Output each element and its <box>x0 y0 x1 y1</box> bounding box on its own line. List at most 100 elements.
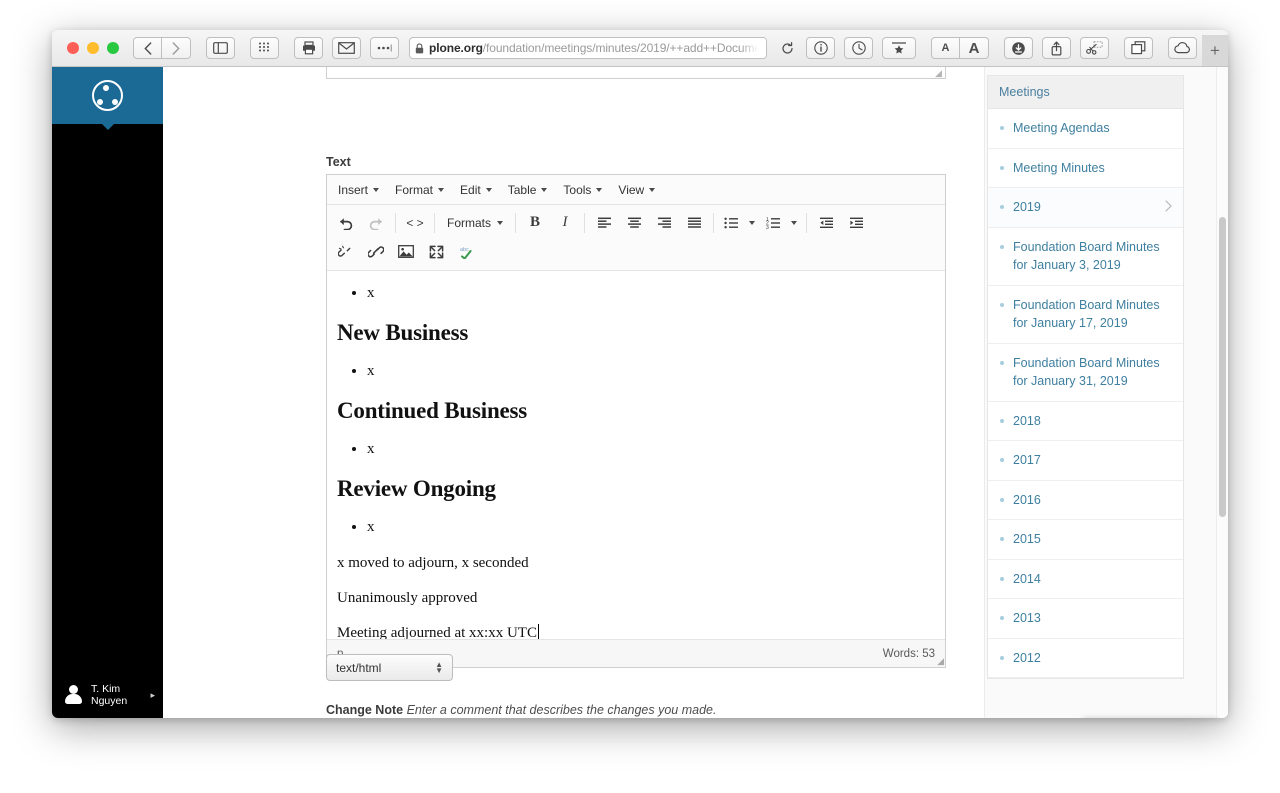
sidebar-icon[interactable] <box>206 37 235 59</box>
snippet-icon[interactable] <box>1080 37 1109 59</box>
mail-icon[interactable] <box>332 37 361 59</box>
portlet-link-label: 2013 <box>1013 611 1041 625</box>
lock-icon <box>415 42 424 54</box>
align-justify-icon[interactable] <box>679 210 709 236</box>
editor-content-area[interactable]: x New Business x Continued Business x Re… <box>327 271 945 639</box>
text-smaller-button[interactable]: A <box>931 37 960 59</box>
page-scrollbar[interactable] <box>1216 67 1228 718</box>
toolbar-divider <box>584 212 586 233</box>
forward-button[interactable] <box>162 37 191 59</box>
paragraph-motion: x moved to adjourn, x seconded <box>337 555 529 571</box>
list-item: x <box>367 283 935 303</box>
description-textarea[interactable]: ◢ <box>326 67 946 79</box>
download-icon[interactable] <box>1004 37 1033 59</box>
bullet-icon <box>1000 126 1004 130</box>
menu-format[interactable]: Format <box>387 180 452 200</box>
portlet-link-label: 2019 <box>1013 200 1041 214</box>
link-icon[interactable] <box>361 239 391 265</box>
undo-icon[interactable] <box>331 210 361 236</box>
portlet-item-meeting-agendas[interactable]: Meeting Agendas <box>988 109 1183 149</box>
portlet-link-label: Foundation Board Minutes for January 31,… <box>1013 355 1160 389</box>
chevron-right-icon: ▸ <box>150 689 155 700</box>
menu-tools[interactable]: Tools <box>555 180 610 200</box>
paragraph-adjourned: Meeting adjourned at xx:xx UTC <box>337 623 935 639</box>
redo-icon[interactable] <box>361 210 391 236</box>
align-center-icon[interactable] <box>619 210 649 236</box>
portlet-item-2016[interactable]: 2016 <box>988 481 1183 520</box>
menu-insert[interactable]: Insert <box>330 180 387 200</box>
cloud-icon[interactable] <box>1168 37 1197 59</box>
italic-icon[interactable]: I <box>550 210 580 236</box>
outdent-icon[interactable] <box>811 210 841 236</box>
indent-icon[interactable] <box>841 210 871 236</box>
portlet-item-2015[interactable]: 2015 <box>988 520 1183 560</box>
word-count: Words: 53 <box>882 647 935 660</box>
paragraph-adjourned-text: Meeting adjourned at xx:xx UTC <box>337 625 537 639</box>
numbered-list-icon[interactable]: 123 <box>760 210 786 236</box>
heading-continued-business: Continued Business <box>337 398 528 423</box>
toolbar-divider <box>806 212 808 233</box>
portlet-item-2017[interactable]: 2017 <box>988 441 1183 481</box>
plone-logo-button[interactable] <box>52 67 163 130</box>
portlet-item-minutes-jan-17[interactable]: Foundation Board Minutes for January 17,… <box>988 286 1183 344</box>
source-code-icon[interactable]: < > <box>400 210 430 236</box>
grid-icon[interactable] <box>250 37 279 59</box>
bullet-list-dropdown[interactable] <box>744 210 760 236</box>
page-scrollbar-thumb[interactable] <box>1219 217 1226 517</box>
rich-text-editor: Insert Format Edit Table Tools View < > … <box>326 174 946 668</box>
minimize-window-button[interactable] <box>87 42 99 54</box>
back-button[interactable] <box>133 37 162 59</box>
formats-dropdown[interactable]: Formats <box>439 210 511 236</box>
spellcheck-icon[interactable]: abc <box>451 239 481 265</box>
mime-type-value: text/html <box>336 660 382 675</box>
zoom-window-button[interactable] <box>107 42 119 54</box>
image-icon[interactable] <box>391 239 421 265</box>
portlet-item-2013[interactable]: 2013 <box>988 599 1183 639</box>
text-larger-button[interactable]: A <box>960 37 989 59</box>
portlet-item-2012[interactable]: 2012 <box>988 639 1183 678</box>
text-cursor <box>537 624 539 639</box>
menu-view[interactable]: View <box>610 180 663 200</box>
more-icon[interactable] <box>370 37 399 59</box>
fullscreen-icon[interactable] <box>421 239 451 265</box>
align-right-icon[interactable] <box>649 210 679 236</box>
list-item: x <box>367 517 935 537</box>
portlet-item-minutes-jan-3[interactable]: Foundation Board Minutes for January 3, … <box>988 228 1183 286</box>
menu-table[interactable]: Table <box>500 180 556 200</box>
address-bar[interactable]: plone.org/foundation/meetings/minutes/20… <box>409 37 767 59</box>
print-icon[interactable] <box>294 37 323 59</box>
list-block: x <box>337 517 935 537</box>
tabs-icon[interactable] <box>1124 37 1153 59</box>
new-tab-button[interactable]: + <box>1202 35 1228 66</box>
bullet-icon <box>1000 165 1004 170</box>
menu-edit[interactable]: Edit <box>452 180 500 200</box>
portlet-item-2019[interactable]: 2019 <box>988 188 1183 228</box>
url-domain: plone.org <box>429 41 483 55</box>
svg-text:3: 3 <box>766 224 769 228</box>
align-left-icon[interactable] <box>589 210 619 236</box>
reload-button[interactable] <box>777 37 797 59</box>
chevron-down-icon <box>541 187 548 192</box>
bullet-list-icon[interactable] <box>718 210 744 236</box>
unlink-icon[interactable] <box>331 239 361 265</box>
bold-icon[interactable]: B <box>520 210 550 236</box>
info-icon[interactable] <box>806 37 835 59</box>
portlet-item-2018[interactable]: 2018 <box>988 402 1183 441</box>
share-icon[interactable] <box>1042 37 1071 59</box>
history-icon[interactable] <box>844 37 873 59</box>
mime-type-select[interactable]: text/html ▲ ▼ <box>326 654 453 681</box>
bullet-icon <box>1000 302 1004 307</box>
portlet-item-2014[interactable]: 2014 <box>988 560 1183 599</box>
user-menu[interactable]: T. Kim Nguyen ▸ <box>52 672 163 718</box>
portlet-item-minutes-jan-31[interactable]: Foundation Board Minutes for January 31,… <box>988 344 1183 402</box>
resize-grip-icon[interactable]: ◢ <box>935 69 943 78</box>
numbered-list-dropdown[interactable] <box>786 210 802 236</box>
bullet-list-split <box>718 210 760 236</box>
editor-resize-grip-icon[interactable]: ◢ <box>937 656 944 667</box>
portlet-link-label: 2015 <box>1013 532 1041 546</box>
bookmark-icon[interactable] <box>882 37 916 59</box>
portlet-item-meeting-minutes[interactable]: Meeting Minutes <box>988 149 1183 188</box>
list-block: x <box>337 283 935 303</box>
close-window-button[interactable] <box>67 42 79 54</box>
editor-toolbar-row-2: abc <box>331 237 943 266</box>
